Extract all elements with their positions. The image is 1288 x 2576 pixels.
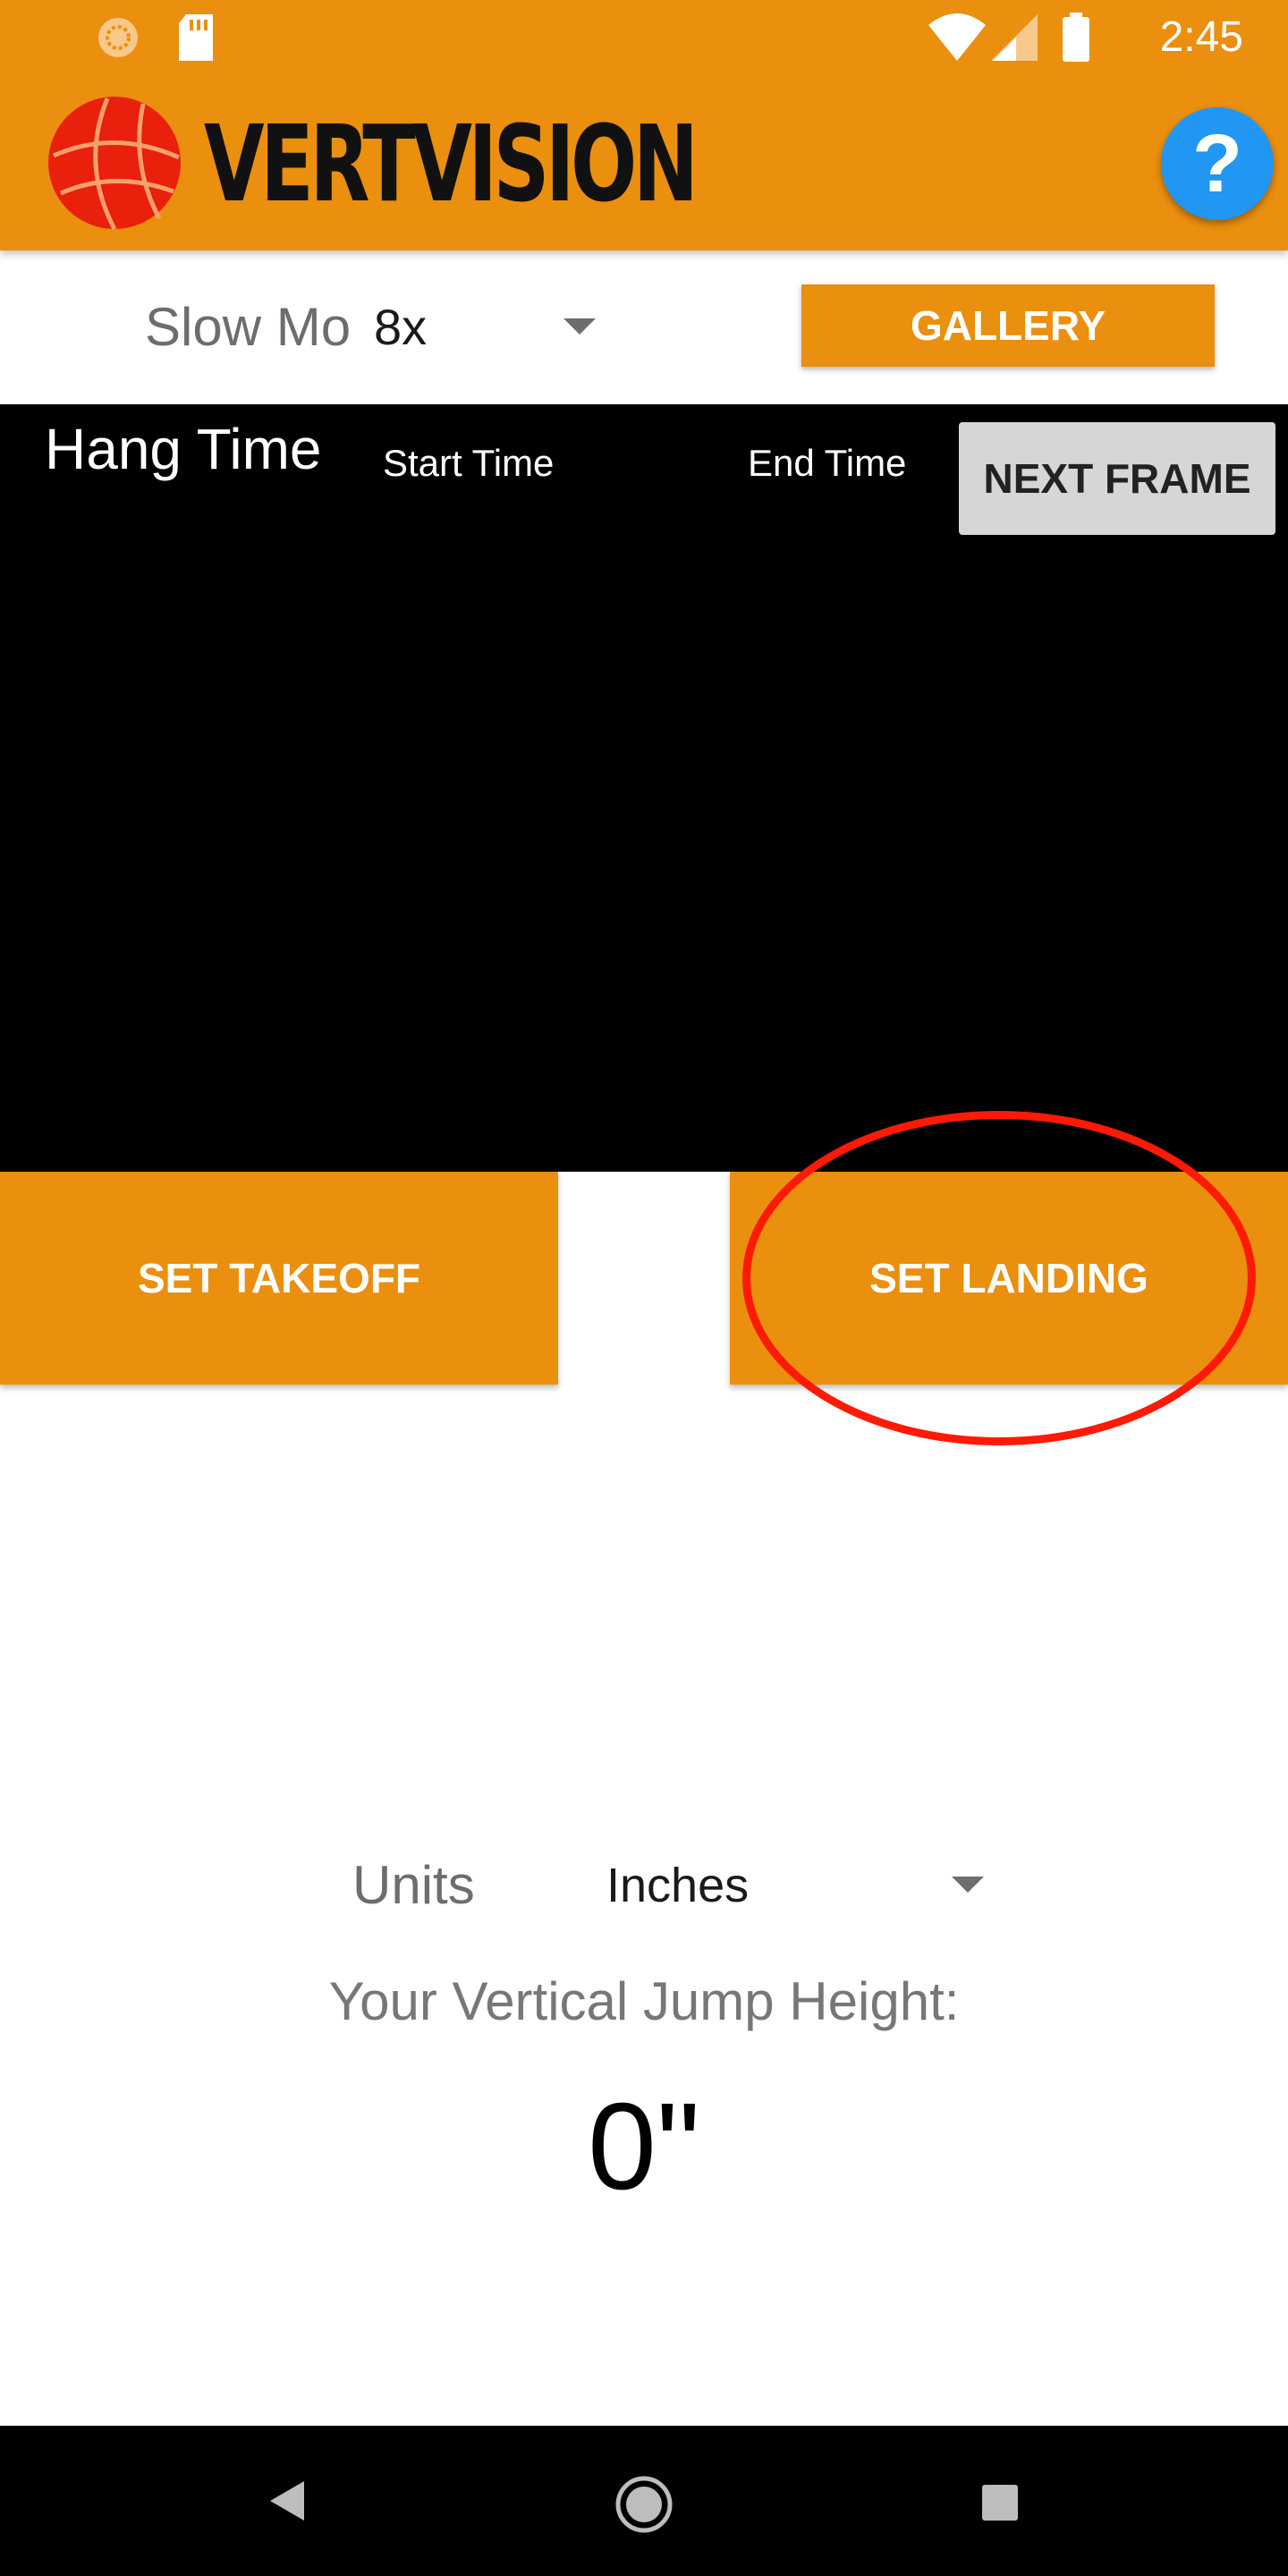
system-nav-bar (0, 2426, 1288, 2576)
hang-time-label: Hang Time (45, 417, 322, 481)
home-icon[interactable] (614, 2474, 674, 2535)
help-button[interactable]: ? (1161, 107, 1274, 220)
battery-icon (1063, 13, 1089, 62)
set-takeoff-button[interactable]: SET TAKEOFF (0, 1172, 558, 1385)
units-label: Units (352, 1855, 475, 1915)
status-time: 2:45 (1159, 13, 1243, 61)
wifi-icon (928, 13, 986, 61)
set-landing-button[interactable]: SET LANDING (730, 1172, 1288, 1385)
units-dropdown-chevron-down-icon[interactable] (952, 1877, 984, 1893)
slowmo-label: Slow Mo (145, 297, 352, 357)
sync-icon (98, 18, 138, 57)
slowmo-dropdown-chevron-down-icon[interactable] (564, 318, 596, 335)
jump-height-value: 0" (588, 2078, 700, 2216)
units-dropdown-value[interactable]: Inches (606, 1850, 749, 1921)
app-bar: 2:45 VERTVISION ? (0, 0, 1288, 250)
jump-height-label: Your Vertical Jump Height: (328, 1971, 960, 2031)
basketball-logo-icon (48, 97, 181, 231)
sd-card-icon (179, 14, 213, 61)
recents-icon[interactable] (980, 2483, 1020, 2522)
start-time-label: Start Time (383, 442, 555, 484)
slowmo-dropdown-value[interactable]: 8x (374, 292, 427, 363)
back-icon[interactable] (267, 2478, 308, 2524)
signal-icon (991, 14, 1038, 61)
end-time-label: End Time (748, 442, 907, 484)
app-logo-text: VERTVISION (204, 102, 699, 225)
next-frame-button[interactable]: NEXT FRAME (959, 422, 1275, 535)
gallery-button[interactable]: GALLERY (801, 284, 1215, 367)
